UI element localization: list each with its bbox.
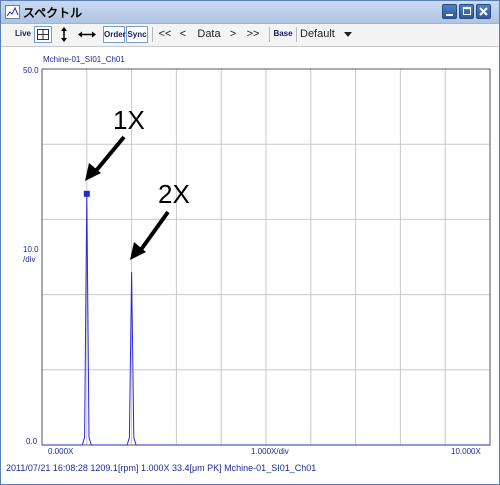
annotation-1x: 1X <box>85 105 145 181</box>
vertical-scale-button[interactable] <box>57 26 71 43</box>
maximize-icon <box>463 7 471 15</box>
data-label: Data <box>197 28 221 40</box>
maximize-button[interactable] <box>459 4 474 19</box>
sync-button[interactable]: Sync <box>126 26 148 43</box>
spectrum-app-icon <box>5 5 20 19</box>
grid-lines <box>42 69 490 445</box>
vertical-arrows-icon <box>61 27 67 42</box>
dropdown-arrow-icon <box>344 32 352 37</box>
annotation-2x-label: 2X <box>158 179 190 209</box>
x-div-label: 1.000X/div <box>251 447 289 456</box>
preset-dropdown[interactable]: Default <box>300 26 356 43</box>
toolbar-separator <box>269 27 270 42</box>
window-title: スペクトル <box>23 6 83 20</box>
y-scale-label: 10.0 <box>23 245 39 254</box>
close-button[interactable] <box>476 4 491 19</box>
x-min-label: 0.000X <box>48 447 74 456</box>
annotation-2x-arrow <box>138 210 170 253</box>
toolbar-separator <box>152 27 153 42</box>
y-zero-label: 0.0 <box>26 437 38 446</box>
order-button[interactable]: Order <box>103 26 126 43</box>
next-data-button[interactable]: > <box>227 26 239 43</box>
spectrum-chart[interactable]: Mchine-01_SI01_Ch01 50.0 10.0 /div 0.0 0… <box>1 47 499 484</box>
close-icon <box>479 7 488 16</box>
y-unit-label: /div <box>23 255 35 264</box>
grid-icon <box>37 29 49 40</box>
title-bar[interactable]: スペクトル <box>1 1 499 24</box>
first-data-button[interactable]: << <box>156 26 174 43</box>
grid-toggle-button[interactable] <box>34 26 52 43</box>
x-max-label: 10.000X <box>451 447 481 456</box>
last-data-button[interactable]: >> <box>244 26 262 43</box>
minimize-button[interactable] <box>442 4 457 19</box>
horizontal-arrows-icon <box>78 31 96 38</box>
prev-data-button[interactable]: < <box>177 26 189 43</box>
minimize-icon <box>446 14 453 16</box>
toolbar-separator <box>296 27 297 42</box>
preset-value: Default <box>300 28 335 40</box>
live-button[interactable]: Live <box>13 26 33 43</box>
toolbar: Live Order Sync << < Data > >> Base Defa… <box>1 24 499 47</box>
annotation-1x-label: 1X <box>113 105 145 135</box>
peak-marker[interactable] <box>83 190 90 197</box>
spectrum-window: スペクトル Live Order Sync << < Data > >> Bas… <box>0 0 500 485</box>
status-line: 2011/07/21 16:08:28 1209.1[rpm] 1.000X 3… <box>6 463 317 473</box>
annotation-1x-arrow <box>93 135 126 174</box>
y-top-label: 50.0 <box>23 66 39 75</box>
plot-area: Mchine-01_SI01_Ch01 50.0 10.0 /div 0.0 0… <box>1 47 499 484</box>
horizontal-scale-button[interactable] <box>77 26 97 43</box>
channel-name: Mchine-01_SI01_Ch01 <box>43 55 125 64</box>
base-button[interactable]: Base <box>273 26 293 43</box>
